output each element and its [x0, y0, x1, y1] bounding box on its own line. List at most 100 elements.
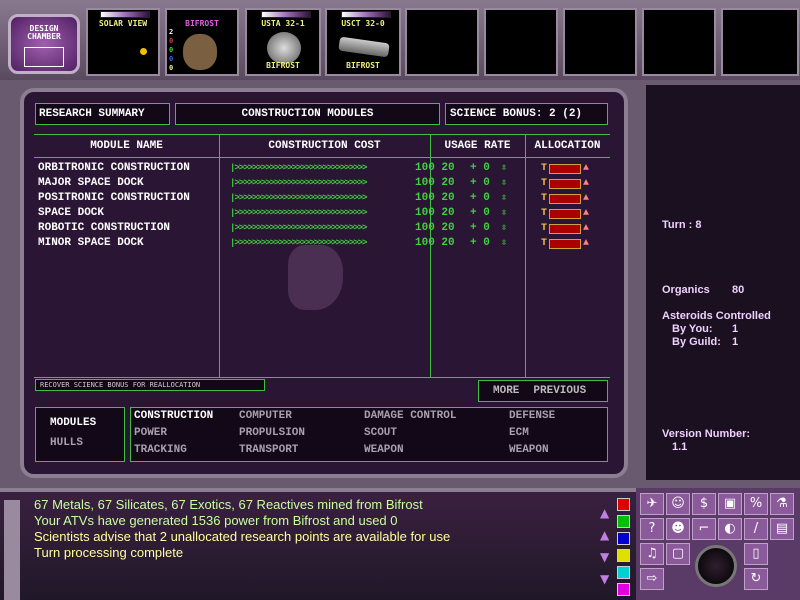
message-log: 67 Metals, 67 Silicates, 67 Exotics, 67 …	[0, 488, 640, 600]
empty-slot[interactable]	[563, 8, 637, 76]
face-icon[interactable]: ☻	[666, 518, 690, 540]
up-down-arrow-icon[interactable]: ⇳	[501, 222, 507, 234]
cost-value: 100 20	[415, 177, 455, 189]
pen-icon[interactable]: /	[744, 518, 768, 540]
ship-usct-button[interactable]: USCT 32-0 BIFROST	[325, 8, 401, 76]
color-filter-button[interactable]	[617, 566, 630, 579]
col-construction-cost: CONSTRUCTION COST	[268, 140, 381, 152]
category-item[interactable]: PROPULSION	[239, 427, 305, 439]
table-row[interactable]: POSITRONIC CONSTRUCTION |>>>>>>>>>>>>>>>>…	[38, 192, 608, 207]
meter	[341, 11, 391, 18]
allocation-bar[interactable]	[549, 223, 582, 234]
sound-icon[interactable]: ▢	[666, 543, 690, 565]
up-down-arrow-icon[interactable]: ⇳	[501, 207, 507, 219]
flask-icon[interactable]: ⚗	[770, 493, 794, 515]
solar-view-label: SOLAR VIEW	[98, 19, 148, 28]
category-item[interactable]: DAMAGE CONTROL	[364, 410, 456, 422]
exit-icon[interactable]: ⇨	[640, 568, 664, 590]
log-scroll-handle[interactable]	[4, 500, 20, 600]
fighter-icon[interactable]: ✈	[640, 493, 664, 515]
color-filter-button[interactable]	[617, 549, 630, 562]
table-row[interactable]: SPACE DOCK |>>>>>>>>>>>>>>>>>>>>>>>>>>>>>…	[38, 207, 608, 222]
module-name: SPACE DOCK	[38, 207, 105, 219]
empty-slot[interactable]	[405, 8, 479, 76]
music-icon[interactable]: ♫	[640, 543, 664, 565]
table-row[interactable]: ORBITRONIC CONSTRUCTION |>>>>>>>>>>>>>>>>…	[38, 162, 608, 177]
tab-research-summary[interactable]: RESEARCH SUMMARY	[35, 103, 170, 125]
ship-usta-button[interactable]: USTA 32-1 BIFROST	[245, 8, 321, 76]
planet-bifrost-button[interactable]: BIFROST 200002	[165, 8, 239, 76]
up-down-arrow-icon[interactable]: ⇳	[501, 192, 507, 204]
category-item[interactable]: DEFENSE	[509, 410, 555, 422]
message: Scientists advise that 2 unallocated res…	[34, 529, 451, 544]
category-item[interactable]: WEAPON	[364, 444, 404, 456]
table-row[interactable]: ROBOTIC CONSTRUCTION |>>>>>>>>>>>>>>>>>>>…	[38, 222, 608, 237]
cargo-icon[interactable]: ▣	[718, 493, 742, 515]
radar-icon[interactable]	[695, 545, 737, 587]
up-down-arrow-icon[interactable]: ⇳	[501, 237, 507, 249]
planet-label: BIFROST	[185, 19, 219, 28]
meter	[100, 11, 150, 18]
allocation[interactable]: T ▲	[541, 163, 589, 174]
science-bonus: SCIENCE BONUS: 2 (2)	[445, 103, 608, 125]
empty-slot[interactable]	[484, 8, 558, 76]
save-icon[interactable]: ▯	[744, 543, 768, 565]
table-row[interactable]: MINOR SPACE DOCK |>>>>>>>>>>>>>>>>>>>>>>>…	[38, 237, 608, 252]
brain-icon[interactable]: ☺	[666, 493, 690, 515]
cost-bar: |>>>>>>>>>>>>>>>>>>>>>>>>>>>>>>	[230, 223, 367, 233]
recover-science-bonus-button[interactable]: RECOVER SCIENCE BONUS FOR REALLOCATION	[35, 379, 265, 391]
allocation-bar[interactable]	[549, 163, 582, 174]
allocation[interactable]: T ▲	[541, 178, 589, 189]
ship-location: BIFROST	[346, 61, 380, 70]
rotate-icon[interactable]: ↻	[744, 568, 768, 590]
up-down-arrow-icon[interactable]: ⇳	[501, 162, 507, 174]
previous-button[interactable]: PREVIOUS	[533, 385, 586, 397]
category-item[interactable]: SCOUT	[364, 427, 397, 439]
hammer-icon: T	[541, 223, 548, 234]
empty-slot[interactable]	[642, 8, 716, 76]
color-filter-button[interactable]	[617, 515, 630, 528]
category-item[interactable]: WEAPON	[509, 444, 549, 456]
allocation-bar[interactable]	[549, 238, 582, 249]
empty-slot[interactable]	[721, 8, 799, 76]
category-item[interactable]: CONSTRUCTION	[134, 410, 213, 422]
allocation[interactable]: T ▲	[541, 193, 589, 204]
version-label: Version Number:	[662, 428, 751, 440]
design-chamber-button[interactable]: DESIGN CHAMBER	[8, 14, 80, 74]
category-item[interactable]: ECM	[509, 427, 529, 439]
help-icon[interactable]: ?	[640, 518, 664, 540]
up-down-arrow-icon[interactable]: ⇳	[501, 177, 507, 189]
color-filter-button[interactable]	[617, 498, 630, 511]
mode-modules[interactable]: MODULES	[50, 417, 96, 429]
log-scroll-arrows[interactable]: ▲ ▲ ▼ ▼	[600, 502, 609, 590]
percent-icon[interactable]: %	[744, 493, 768, 515]
module-name: ROBOTIC CONSTRUCTION	[38, 222, 171, 234]
book-icon[interactable]: ▤	[770, 518, 794, 540]
category-item[interactable]: TRANSPORT	[239, 444, 298, 456]
category-item[interactable]: POWER	[134, 427, 167, 439]
color-filter-button[interactable]	[617, 583, 630, 596]
divider	[34, 134, 610, 135]
allocation[interactable]: T ▲	[541, 238, 589, 249]
allocation-bar[interactable]	[549, 178, 582, 189]
allocation-bar[interactable]	[549, 208, 582, 219]
color-filter-button[interactable]	[617, 532, 630, 545]
dollar-icon[interactable]: $	[692, 493, 716, 515]
allocation[interactable]: T ▲	[541, 223, 589, 234]
more-button[interactable]: MORE	[493, 385, 519, 397]
weapon-icon[interactable]: ⌐	[692, 518, 716, 540]
cost-bar: |>>>>>>>>>>>>>>>>>>>>>>>>>>>>>>	[230, 193, 367, 203]
planet-icon[interactable]: ◐	[718, 518, 742, 540]
message: Your ATVs have generated 1536 power from…	[34, 513, 398, 528]
solar-view-button[interactable]: SOLAR VIEW	[86, 8, 160, 76]
table-row[interactable]: MAJOR SPACE DOCK |>>>>>>>>>>>>>>>>>>>>>>>…	[38, 177, 608, 192]
allocation[interactable]: T ▲	[541, 208, 589, 219]
category-item[interactable]: COMPUTER	[239, 410, 292, 422]
tab-construction-modules[interactable]: CONSTRUCTION MODULES	[175, 103, 440, 125]
cost-value: 100 20	[415, 237, 455, 249]
category-item[interactable]: TRACKING	[134, 444, 187, 456]
cost-bar: |>>>>>>>>>>>>>>>>>>>>>>>>>>>>>>	[230, 208, 367, 218]
mode-hulls[interactable]: HULLS	[50, 437, 83, 449]
module-name: POSITRONIC CONSTRUCTION	[38, 192, 190, 204]
allocation-bar[interactable]	[549, 193, 582, 204]
